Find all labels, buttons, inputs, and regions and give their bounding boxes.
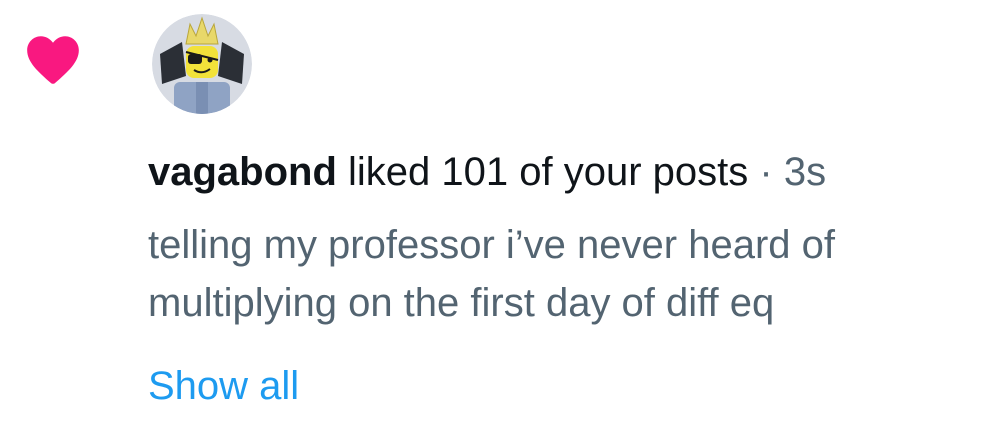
notification-headline: vagabond liked 101 of your posts · 3s	[148, 146, 826, 198]
username[interactable]: vagabond	[148, 150, 337, 194]
action-text: liked 101 of your posts	[348, 150, 749, 194]
post-preview[interactable]: telling my professor i’ve never heard of…	[148, 216, 978, 332]
user-avatar-icon[interactable]	[152, 14, 252, 114]
timestamp: 3s	[783, 150, 827, 194]
heart-icon	[27, 36, 79, 84]
like-notification[interactable]: vagabond liked 101 of your posts · 3s te…	[0, 0, 994, 442]
show-all-link[interactable]: Show all	[148, 360, 299, 412]
separator-dot: ·	[759, 150, 773, 194]
